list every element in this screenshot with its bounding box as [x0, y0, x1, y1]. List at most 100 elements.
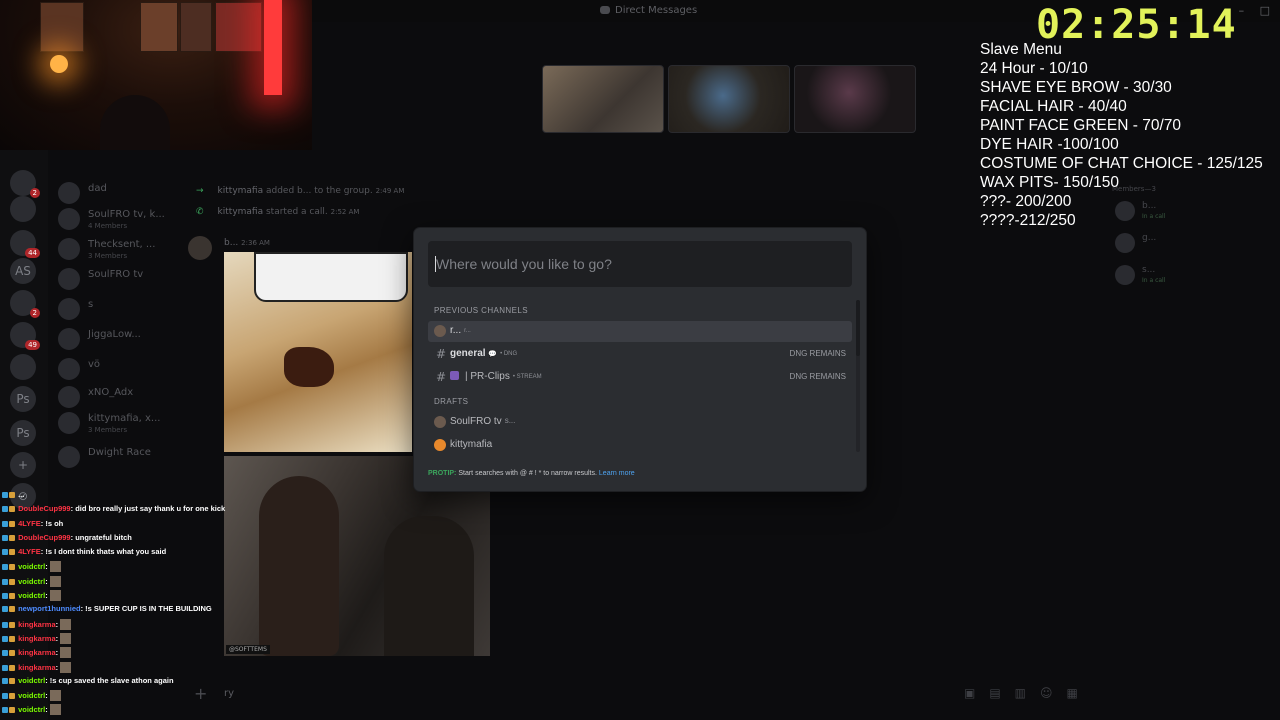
message-author[interactable]: kittymafia [218, 186, 264, 196]
call-video-tile[interactable] [668, 65, 790, 133]
chat-line: voidctrl: [2, 590, 242, 604]
chat-username: 4LYFE [18, 547, 41, 557]
emote-icon [49, 590, 61, 602]
switcher-result-channel[interactable]: # general 💬 • DNG DNG REMAINS [428, 344, 852, 365]
message-header: b... 2:36 AM [224, 238, 270, 248]
slave-menu-overlay: Slave Menu 24 Hour - 10/10 SHAVE EYE BROW… [980, 40, 1263, 230]
message-composer[interactable]: + ry ▣▤▥☺▦ [184, 680, 1104, 708]
switcher-result-draft[interactable]: kittymafia [428, 435, 852, 456]
composer-tool-icons[interactable]: ▣▤▥☺▦ [964, 686, 1092, 700]
dm-list-item[interactable]: SoulFRO tv, k... 4 Members [58, 206, 178, 236]
avatar [1115, 233, 1135, 253]
neon-light [264, 0, 282, 95]
avatar [58, 238, 80, 260]
call-video-tile[interactable] [542, 65, 664, 133]
server-icon[interactable]: 49 [10, 322, 40, 350]
chat-message: : [55, 662, 59, 672]
avatar [58, 268, 80, 290]
server-icon[interactable] [10, 354, 36, 380]
badge-icon [9, 650, 15, 657]
server-icon[interactable] [10, 196, 36, 222]
speech-bubble [254, 252, 408, 302]
badge-icon [9, 534, 15, 541]
dm-list-item[interactable]: Dwight Race [58, 444, 178, 474]
emote-icon [60, 647, 72, 659]
member-item[interactable]: g... [1112, 233, 1272, 261]
platform-icon [2, 492, 8, 498]
platform-icon [2, 506, 8, 513]
server-icon[interactable]: 2 [10, 290, 40, 318]
member-name: s... [1142, 265, 1156, 275]
emote-icon [49, 690, 61, 702]
switcher-result-draft[interactable]: SoulFRO tv s... [428, 412, 852, 433]
slave-menu-item: FACIAL HAIR - 40/40 [980, 98, 1127, 115]
chat-message: : [45, 562, 48, 572]
server-icon[interactable]: AS [10, 258, 36, 284]
dm-list-item[interactable]: JiggaLow... [58, 326, 178, 356]
person-figure [259, 476, 339, 656]
chat-line: kingkarma: [2, 632, 242, 647]
platform-icon [2, 534, 8, 541]
chat-line: DoubleCup999: did bro really just say th… [2, 504, 242, 518]
chat-message: : [45, 591, 48, 601]
phone-icon: ✆ [196, 207, 204, 217]
chat-message: : !s oh [40, 518, 64, 528]
badge-icon [9, 635, 15, 642]
avatar[interactable] [188, 236, 212, 260]
dm-list-item[interactable]: SoulFRO tv [58, 266, 178, 296]
server-icon[interactable]: + [10, 452, 36, 478]
lion-image-attachment[interactable] [224, 252, 412, 452]
quick-switcher-search-input[interactable] [428, 241, 852, 287]
chat-username: voidctrl [18, 562, 46, 572]
emote-icon [60, 661, 72, 673]
maximize-button[interactable]: □ [1260, 4, 1270, 17]
result-label: r... [450, 325, 462, 336]
chat-message: ... [18, 490, 25, 499]
server-icon[interactable]: 2 [10, 170, 40, 198]
server-icon[interactable]: Ps [10, 386, 36, 412]
results-scrollbar[interactable] [856, 300, 860, 356]
platform-icon [2, 578, 8, 585]
minimize-button[interactable]: – [1239, 4, 1245, 17]
result-meta: • DNG [500, 351, 518, 357]
slave-menu-item: PAINT FACE GREEN - 70/70 [980, 117, 1181, 134]
chat-line: voidctrl: [2, 704, 242, 718]
emote-icon [49, 561, 61, 573]
server-icon[interactable]: 44 [10, 230, 40, 258]
badge-icon [9, 564, 15, 571]
dm-subtext: 3 Members [88, 252, 128, 260]
message-author[interactable]: kittymafia [218, 207, 264, 217]
avatar [58, 298, 80, 320]
dm-list-item[interactable]: Thecksent, ... 3 Members [58, 236, 178, 266]
member-item[interactable]: s... In a call [1112, 265, 1272, 293]
badge-icon [9, 492, 15, 498]
switcher-result-dm[interactable]: r... r... [428, 321, 852, 342]
dm-name: JiggaLow... [88, 329, 141, 340]
dm-list-item[interactable]: vö [58, 356, 178, 386]
server-label: + [17, 458, 29, 472]
wall-poster [215, 2, 262, 52]
streamer-silhouette [100, 95, 170, 150]
call-video-tile[interactable] [794, 65, 916, 133]
dm-list-item[interactable]: s [58, 296, 178, 326]
emote-icon [60, 632, 72, 644]
server-icon[interactable]: Ps [10, 420, 36, 446]
avatar [58, 358, 80, 380]
dm-name: SoulFRO tv [88, 269, 144, 280]
result-label: SoulFRO tv [450, 416, 502, 427]
user-avatar [434, 325, 446, 337]
chat-message: : !s SUPER CUP IS IN THE BUILDING [80, 604, 212, 614]
platform-icon [2, 593, 8, 600]
drafts-heading: DRAFTS [434, 397, 469, 406]
previous-channels-heading: PREVIOUS CHANNELS [434, 306, 528, 315]
chat-username: kingkarma [18, 662, 56, 672]
switcher-result-channel[interactable]: # | PR-Clips • STREAM DNG REMAINS [428, 367, 852, 388]
message-author[interactable]: b... [224, 238, 238, 248]
learn-more-link[interactable]: Learn more [599, 470, 635, 477]
text-caret [435, 256, 436, 272]
chat-message: : [45, 576, 48, 586]
avatar [58, 446, 80, 468]
streamer-webcam [0, 0, 312, 150]
dm-list-item[interactable]: kittymafia, x... 3 Members [58, 410, 178, 440]
badge-icon [9, 593, 15, 600]
